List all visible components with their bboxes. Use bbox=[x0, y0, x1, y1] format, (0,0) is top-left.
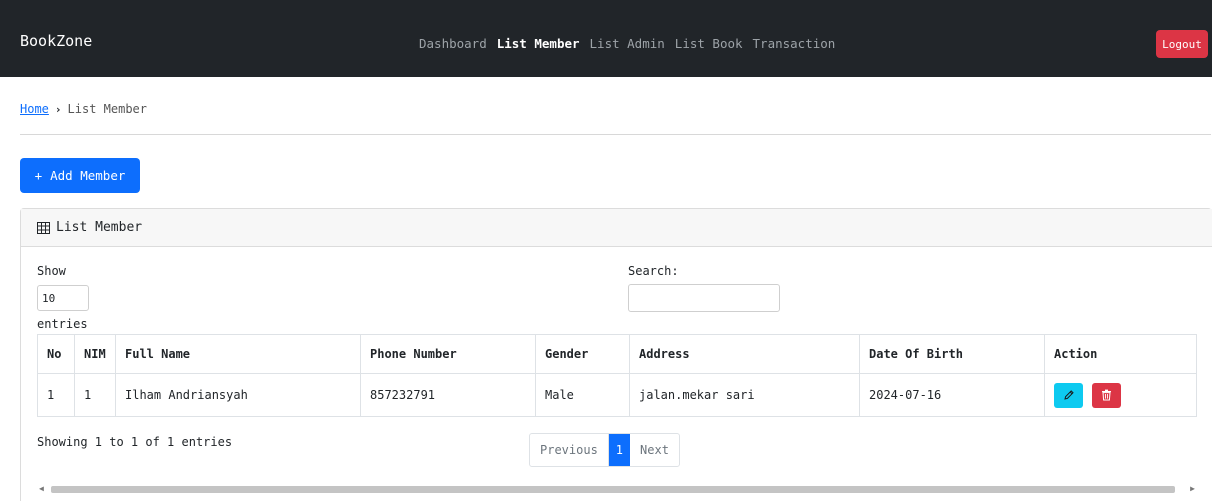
nav-link-list-admin[interactable]: List Admin bbox=[590, 36, 665, 51]
trash-icon bbox=[1102, 389, 1112, 401]
column-header-action[interactable]: Action bbox=[1044, 334, 1197, 374]
divider bbox=[20, 134, 1211, 135]
pagination-next[interactable]: Next bbox=[630, 434, 679, 466]
column-header-no[interactable]: No bbox=[37, 334, 75, 374]
cell-gender: Male bbox=[535, 373, 630, 417]
column-header-nim[interactable]: NIM bbox=[74, 334, 116, 374]
table-grid-icon bbox=[37, 221, 50, 234]
breadcrumb: Home › List Member bbox=[20, 102, 147, 116]
member-list-card: List Member Show 10 entries Search: No N… bbox=[20, 208, 1212, 501]
nav-link-list-book[interactable]: List Book bbox=[675, 36, 743, 51]
table-row: 1 1 Ilham Andriansyah 857232791 Male jal… bbox=[37, 373, 1197, 417]
breadcrumb-current: List Member bbox=[67, 102, 148, 116]
cell-action bbox=[1044, 373, 1197, 417]
scroll-left-icon[interactable]: ◀ bbox=[39, 484, 44, 494]
column-header-full-name[interactable]: Full Name bbox=[115, 334, 361, 374]
column-header-date-of-birth[interactable]: Date Of Birth bbox=[859, 334, 1045, 374]
cell-dob: 2024-07-16 bbox=[859, 373, 1045, 417]
scrollbar-thumb[interactable] bbox=[51, 486, 1175, 493]
entries-label: entries bbox=[37, 317, 88, 331]
cell-no: 1 bbox=[37, 373, 75, 417]
add-member-label: Add Member bbox=[50, 168, 126, 183]
member-table: No NIM Full Name Phone Number Gender Add… bbox=[37, 334, 1197, 417]
add-member-button[interactable]: + Add Member bbox=[20, 158, 140, 193]
chevron-right-icon: › bbox=[54, 102, 62, 116]
pagination-previous[interactable]: Previous bbox=[530, 434, 609, 466]
nav-link-list-member[interactable]: List Member bbox=[497, 36, 580, 51]
nav-link-transaction[interactable]: Transaction bbox=[753, 36, 836, 51]
delete-button[interactable] bbox=[1092, 382, 1122, 408]
breadcrumb-home-link[interactable]: Home bbox=[20, 102, 49, 116]
horizontal-scrollbar[interactable]: ◀ ▶ bbox=[37, 484, 1197, 494]
scroll-right-icon[interactable]: ▶ bbox=[1190, 484, 1195, 494]
plus-icon: + bbox=[34, 168, 43, 183]
brand-logo[interactable]: BookZone bbox=[20, 32, 92, 50]
nav-links: Dashboard List Member List Admin List Bo… bbox=[419, 36, 835, 51]
nav-link-dashboard[interactable]: Dashboard bbox=[419, 36, 487, 51]
pagination-page-1[interactable]: 1 bbox=[608, 434, 631, 466]
cell-nim: 1 bbox=[74, 373, 116, 417]
search-input[interactable] bbox=[628, 284, 780, 312]
column-header-address[interactable]: Address bbox=[629, 334, 860, 374]
card-header: List Member bbox=[21, 209, 1212, 247]
column-header-gender[interactable]: Gender bbox=[535, 334, 630, 374]
cell-phone: 857232791 bbox=[360, 373, 536, 417]
navbar: BookZone Dashboard List Member List Admi… bbox=[0, 0, 1212, 77]
table-header-row: No NIM Full Name Phone Number Gender Add… bbox=[37, 334, 1197, 374]
entries-length-select[interactable]: 10 bbox=[37, 285, 89, 311]
card-title: List Member bbox=[56, 220, 143, 235]
search-label: Search: bbox=[628, 264, 679, 278]
show-label: Show bbox=[37, 264, 66, 278]
edit-button[interactable] bbox=[1054, 382, 1083, 408]
pencil-icon bbox=[1063, 390, 1074, 400]
cell-address: jalan.mekar sari bbox=[629, 373, 860, 417]
table-info: Showing 1 to 1 of 1 entries bbox=[37, 435, 233, 449]
cell-full-name: Ilham Andriansyah bbox=[115, 373, 361, 417]
pagination: Previous 1 Next bbox=[529, 433, 680, 467]
logout-button[interactable]: Logout bbox=[1156, 30, 1208, 58]
column-header-phone-number[interactable]: Phone Number bbox=[360, 334, 536, 374]
